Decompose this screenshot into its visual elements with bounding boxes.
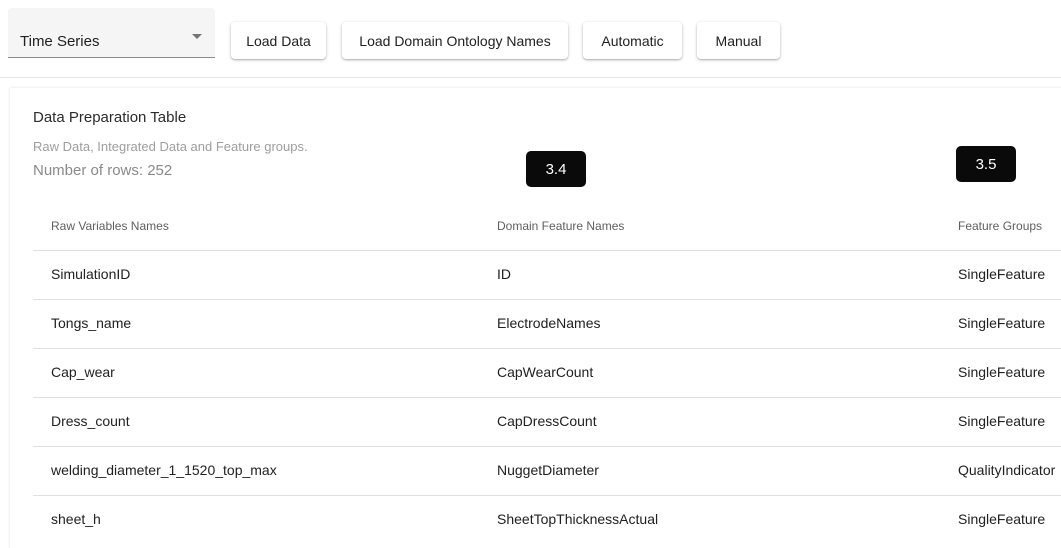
feature-group-cell: SingleFeature	[958, 413, 1046, 429]
column-header-feature-groups[interactable]: Feature Groups	[958, 219, 1042, 233]
raw-variable-cell: SimulationID	[51, 266, 131, 282]
card-subtitle: Raw Data, Integrated Data and Feature gr…	[33, 139, 308, 154]
annotation-marker-3-5: 3.5	[956, 146, 1016, 182]
column-header-raw-variables[interactable]: Raw Variables Names	[51, 219, 169, 233]
table-row[interactable]: Cap_wear CapWearCount SingleFeature	[33, 348, 1061, 397]
card-title: Data Preparation Table	[33, 109, 187, 126]
manual-button[interactable]: Manual	[697, 22, 780, 59]
feature-group-cell: SingleFeature	[958, 511, 1046, 527]
table-row[interactable]: welding_diameter_1_1520_top_max NuggetDi…	[33, 446, 1061, 495]
table-row[interactable]: SimulationID ID SingleFeature	[33, 250, 1061, 299]
domain-feature-cell: NuggetDiameter	[497, 462, 599, 478]
row-count: Number of rows: 252	[33, 162, 173, 179]
domain-feature-cell: ID	[497, 266, 511, 282]
feature-group-cell: QualityIndicator	[958, 462, 1056, 478]
table-row[interactable]: Tongs_name ElectrodeNames SingleFeature	[33, 299, 1061, 348]
domain-feature-cell: CapWearCount	[497, 364, 594, 380]
table-row[interactable]: Dress_count CapDressCount SingleFeature	[33, 397, 1061, 446]
automatic-button[interactable]: Automatic	[583, 22, 682, 59]
load-data-button[interactable]: Load Data	[231, 22, 326, 59]
raw-variable-cell: Tongs_name	[51, 315, 132, 331]
data-type-select-value: Time Series	[20, 33, 100, 50]
chevron-down-icon[interactable]	[192, 34, 202, 39]
raw-variable-cell: Cap_wear	[51, 364, 115, 380]
column-header-domain-features[interactable]: Domain Feature Names	[497, 219, 624, 233]
domain-feature-cell: SheetTopThicknessActual	[497, 511, 659, 527]
raw-variable-cell: Dress_count	[51, 413, 130, 429]
table-row[interactable]: sheet_h SheetTopThicknessActual SingleFe…	[33, 495, 1061, 544]
raw-variable-cell: welding_diameter_1_1520_top_max	[51, 462, 277, 478]
domain-feature-cell: ElectrodeNames	[497, 315, 601, 331]
data-type-select[interactable]: Time Series	[8, 8, 215, 58]
annotation-marker-3-4: 3.4	[526, 151, 586, 187]
raw-variable-cell: sheet_h	[51, 511, 101, 527]
domain-feature-cell: CapDressCount	[497, 413, 597, 429]
feature-group-cell: SingleFeature	[958, 266, 1046, 282]
feature-group-cell: SingleFeature	[958, 364, 1046, 380]
load-domain-ontology-names-button[interactable]: Load Domain Ontology Names	[342, 22, 568, 59]
feature-group-cell: SingleFeature	[958, 315, 1046, 331]
toolbar: Time Series Load Data Load Domain Ontolo…	[0, 0, 1061, 78]
